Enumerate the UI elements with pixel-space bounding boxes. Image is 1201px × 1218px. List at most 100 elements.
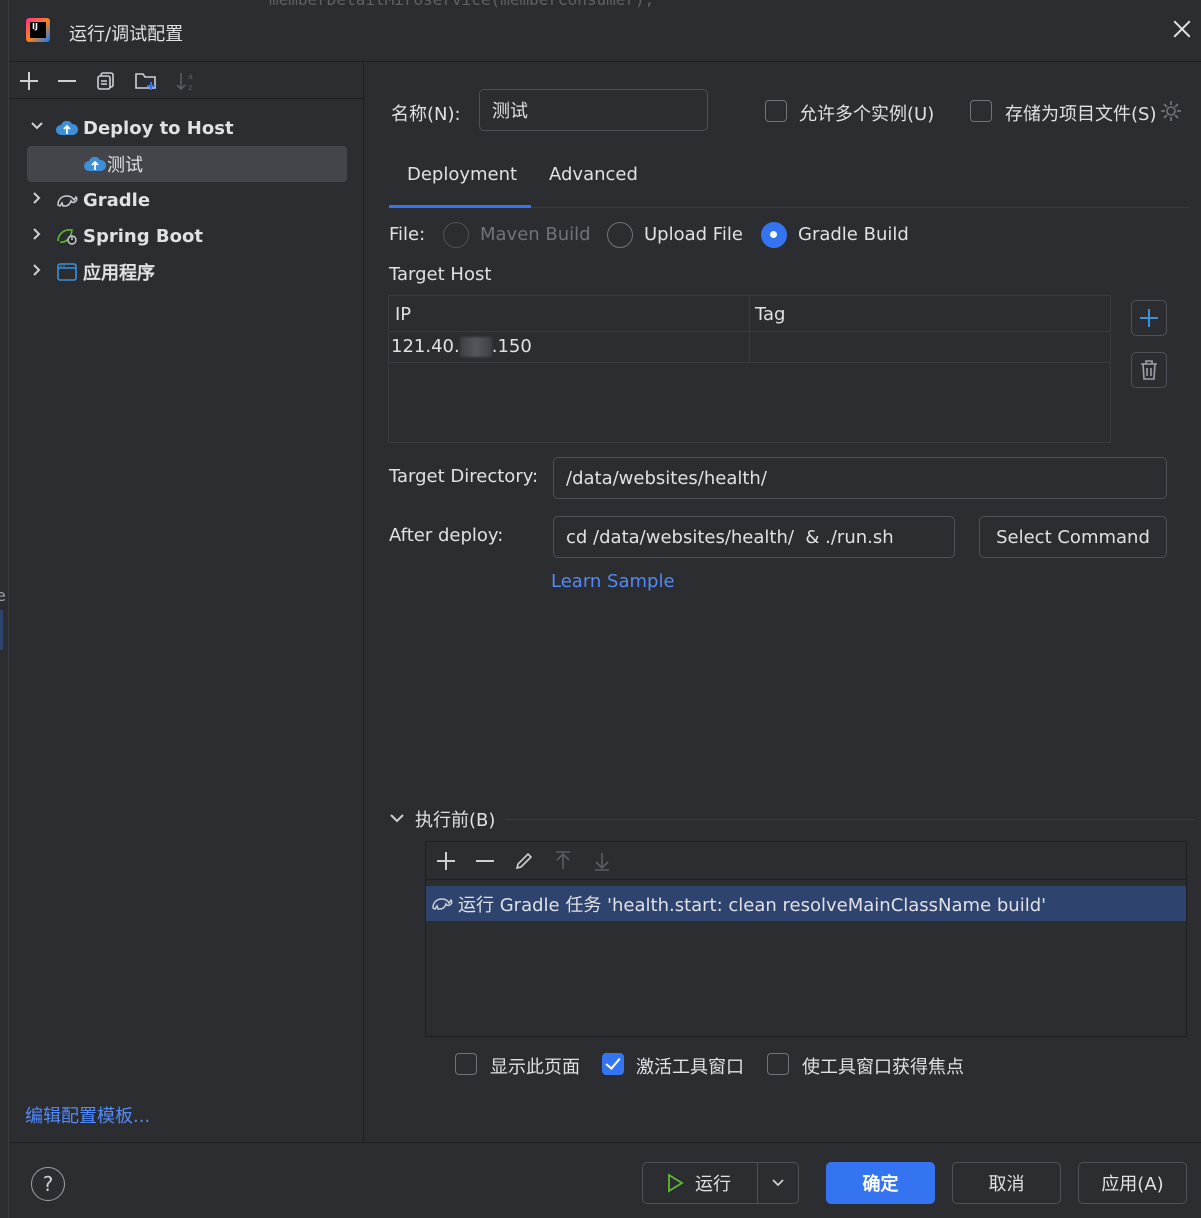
activate-tool-window-label: 激活工具窗口 xyxy=(636,1057,744,1078)
remove-config-button[interactable] xyxy=(54,68,80,94)
chevron-right-icon xyxy=(27,227,47,245)
target-host-label: Target Host xyxy=(389,264,492,285)
cancel-button[interactable]: 取消 xyxy=(952,1162,1061,1204)
store-as-file-label: 存储为项目文件(S) xyxy=(1005,104,1157,125)
tree-item-spring-boot[interactable]: Spring Boot xyxy=(27,218,347,254)
close-button[interactable] xyxy=(1169,16,1195,42)
show-page-checkbox[interactable] xyxy=(455,1053,477,1075)
tab-deployment[interactable]: Deployment xyxy=(407,164,517,185)
before-launch-toggle[interactable]: 执行前(B) xyxy=(389,806,495,832)
tree-item-label: Deploy to Host xyxy=(83,117,234,139)
show-page-label: 显示此页面 xyxy=(490,1057,580,1078)
svg-text:a: a xyxy=(188,72,193,81)
allow-multiple-checkbox[interactable] xyxy=(765,100,787,122)
spring-boot-icon xyxy=(55,226,79,246)
select-command-button[interactable]: Select Command xyxy=(979,516,1167,558)
tree-item-label: Spring Boot xyxy=(83,225,203,247)
activate-tool-window-checkbox[interactable] xyxy=(602,1053,624,1075)
target-host-table: IP Tag 121.40. .150 xyxy=(388,295,1111,443)
background-editor-selection xyxy=(0,610,3,650)
cloud-upload-icon xyxy=(55,118,79,138)
task-label: 运行 Gradle 任务 'health.start: clean resolv… xyxy=(458,894,1047,916)
add-host-button[interactable] xyxy=(1131,300,1167,336)
run-label: 运行 xyxy=(695,1174,731,1195)
add-config-button[interactable] xyxy=(16,68,42,94)
gradle-build-radio[interactable] xyxy=(761,222,787,248)
store-as-file-checkbox[interactable] xyxy=(970,100,992,122)
before-launch-task-item[interactable]: 运行 Gradle 任务 'health.start: clean resolv… xyxy=(426,886,1186,921)
name-input[interactable]: 测试 xyxy=(479,89,708,131)
sort-button[interactable]: az xyxy=(173,68,199,94)
column-header-tag: Tag xyxy=(755,304,786,325)
help-button[interactable]: ? xyxy=(31,1167,65,1201)
minus-icon xyxy=(476,860,494,862)
before-launch-separator xyxy=(505,819,1195,820)
pencil-icon xyxy=(515,852,533,870)
trash-icon xyxy=(1141,360,1157,380)
focus-tool-window-label: 使工具窗口获得焦点 xyxy=(802,1057,964,1078)
after-deploy-input[interactable]: cd /data/websites/health/ & ./run.sh xyxy=(553,516,955,558)
move-down-button[interactable] xyxy=(589,848,615,874)
ok-button[interactable]: 确定 xyxy=(826,1162,935,1204)
target-directory-input[interactable]: /data/websites/health/ xyxy=(553,457,1167,499)
background-editor-strip: e xyxy=(0,0,8,1218)
tree-item-label: 测试 xyxy=(107,155,143,176)
background-editor-text: e xyxy=(0,586,6,605)
arrow-up-icon xyxy=(556,851,570,869)
edit-task-button[interactable] xyxy=(511,848,537,874)
tree-toolbar: az xyxy=(9,62,364,99)
add-task-button[interactable] xyxy=(433,848,459,874)
plus-icon xyxy=(1140,309,1158,327)
remove-task-button[interactable] xyxy=(472,848,498,874)
edit-templates-link[interactable]: 编辑配置模板... xyxy=(25,1102,150,1128)
run-dropdown-button[interactable] xyxy=(758,1163,798,1203)
after-deploy-label: After deploy: xyxy=(389,525,504,546)
new-folder-button[interactable] xyxy=(133,68,159,94)
run-debug-config-dialog: memberDetailMiroservice(memberConsumer);… xyxy=(8,0,1201,1218)
run-button-group: 运行 xyxy=(642,1162,799,1204)
focus-tool-window-checkbox[interactable] xyxy=(767,1053,789,1075)
play-icon xyxy=(668,1173,684,1193)
tree-item-deploy-to-host[interactable]: Deploy to Host xyxy=(27,110,347,146)
arrow-down-icon xyxy=(595,853,609,871)
file-label: File: xyxy=(389,224,426,245)
gradle-icon xyxy=(55,190,79,210)
copy-config-button[interactable] xyxy=(93,68,119,94)
tab-advanced[interactable]: Advanced xyxy=(549,164,638,185)
maven-build-radio[interactable] xyxy=(443,222,469,248)
upload-file-label: Upload File xyxy=(644,224,743,245)
application-icon xyxy=(55,262,79,282)
tree-item-test-config[interactable]: 测试 xyxy=(27,146,347,182)
apply-button[interactable]: 应用(A) xyxy=(1078,1162,1187,1204)
before-launch-toolbar xyxy=(426,842,1186,880)
tree-item-label: Gradle xyxy=(83,189,151,211)
intellij-logo-icon: IJ xyxy=(26,18,50,42)
remove-host-button[interactable] xyxy=(1131,352,1167,388)
title-bar: memberDetailMiroservice(memberConsumer);… xyxy=(9,0,1201,62)
before-launch-label: 执行前(B) xyxy=(415,810,496,831)
minus-icon xyxy=(58,80,76,82)
table-row[interactable]: 121.40. .150 xyxy=(389,332,1110,363)
new-folder-icon xyxy=(135,73,156,90)
run-button[interactable]: 运行 xyxy=(643,1163,757,1203)
active-tab-indicator xyxy=(389,205,531,208)
chevron-down-icon xyxy=(389,810,407,828)
tree-item-gradle[interactable]: Gradle xyxy=(27,182,347,218)
sort-alpha-icon: az xyxy=(176,72,193,92)
redacted-ip-segment xyxy=(459,337,492,357)
ip-cell: 121.40. .150 xyxy=(391,336,532,357)
upload-file-radio[interactable] xyxy=(607,222,633,248)
background-code-text: memberDetailMiroservice(memberConsumer); xyxy=(269,0,654,9)
move-up-button[interactable] xyxy=(550,848,576,874)
chevron-down-icon xyxy=(772,1179,784,1187)
cloud-upload-icon xyxy=(83,154,107,174)
dialog-title: 运行/调试配置 xyxy=(69,24,184,45)
chevron-right-icon xyxy=(27,263,47,281)
before-launch-panel: 运行 Gradle 任务 'health.start: clean resolv… xyxy=(425,841,1187,1037)
copy-icon xyxy=(97,72,114,90)
dialog-footer: ? 运行 确定 取消 应用(A) xyxy=(9,1142,1201,1218)
gear-icon[interactable] xyxy=(1159,99,1183,123)
svg-text:z: z xyxy=(188,83,192,92)
tree-item-application[interactable]: 应用程序 xyxy=(27,254,347,290)
learn-sample-link[interactable]: Learn Sample xyxy=(551,571,675,592)
